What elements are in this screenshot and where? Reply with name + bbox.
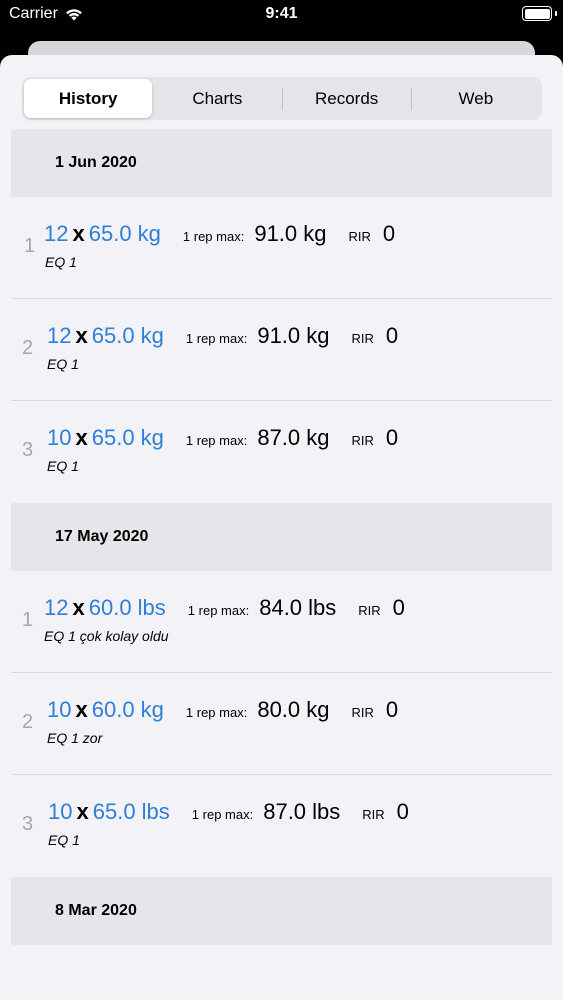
tab-charts[interactable]: Charts [153,79,281,118]
set-note: EQ 1 [47,356,79,372]
set-summary: 10 x 65.0 kg 1 rep max: 87.0 kg RIR 0 [47,425,398,451]
rir-label: RIR [351,433,374,448]
set-index: 2 [22,711,34,733]
one-rep-max-label: 1 rep max: [185,331,248,346]
weight-value: 65.0 kg [91,425,164,450]
set-row[interactable]: 1 12 x 65.0 kg 1 rep max: 91.0 kg RIR 0 EQ 1 [11,197,552,299]
set-index: 1 [24,235,36,257]
battery-icon [522,6,552,21]
section-header-date: 1 Jun 2020 [11,129,552,197]
rir-label: RIR [351,705,374,720]
rir-label: RIR [358,603,381,618]
times-sign: x [76,799,89,824]
rir-label: RIR [348,229,371,244]
rir-value: 0 [382,221,396,246]
set-summary: 12 x 65.0 kg 1 rep max: 91.0 kg RIR 0 [47,323,398,349]
reps-value: 12 [44,221,69,246]
one-rep-max-label: 1 rep max: [191,807,254,822]
one-rep-max-value: 91.0 kg [254,221,327,246]
tab-web[interactable]: Web [412,79,540,118]
rir-value: 0 [385,697,399,722]
rir-label: RIR [351,331,374,346]
times-sign: x [75,425,88,450]
set-note: EQ 1 [48,832,80,848]
times-sign: x [75,323,88,348]
one-rep-max-label: 1 rep max: [182,229,245,244]
rir-value: 0 [385,323,399,348]
tab-history[interactable]: History [24,79,153,118]
rir-value: 0 [385,425,399,450]
reps-value: 12 [44,595,69,620]
reps-value: 12 [47,323,72,348]
segmented-control: History Charts Records Web [22,77,542,120]
set-row[interactable]: 2 10 x 60.0 kg 1 rep max: 80.0 kg RIR 0 EQ 1 zor [11,673,552,775]
times-sign: x [72,221,85,246]
one-rep-max-value: 87.0 kg [257,425,330,450]
set-index: 2 [22,337,34,359]
set-note: EQ 1 [45,254,77,270]
set-index: 3 [22,813,34,835]
status-bar: Carrier 9:41 [0,0,563,32]
rir-value: 0 [396,799,409,824]
set-index: 3 [22,439,34,461]
set-summary: 10 x 60.0 kg 1 rep max: 80.0 kg RIR 0 [47,697,398,723]
reps-value: 10 [48,799,73,824]
one-rep-max-value: 80.0 kg [257,697,330,722]
rir-value: 0 [392,595,405,620]
section-header-date: 8 Mar 2020 [11,877,552,945]
one-rep-max-label: 1 rep max: [185,705,248,720]
one-rep-max-value: 91.0 kg [257,323,330,348]
status-time: 9:41 [265,5,298,22]
list-filler [11,945,552,1000]
set-summary: 12 x 65.0 kg 1 rep max: 91.0 kg RIR 0 [44,221,395,247]
rir-label: RIR [362,807,385,822]
one-rep-max-value: 84.0 lbs [259,595,337,620]
set-note: EQ 1 çok kolay oldu [44,628,169,644]
set-index: 1 [22,609,34,631]
section-header-date: 17 May 2020 [11,503,552,571]
one-rep-max-value: 87.0 lbs [263,799,341,824]
one-rep-max-label: 1 rep max: [185,433,248,448]
set-row[interactable]: 3 10 x 65.0 lbs 1 rep max: 87.0 lbs RIR 0 EQ 1 [11,775,552,877]
one-rep-max-label: 1 rep max: [187,603,250,618]
history-sheet: History Charts Records Web 1 Jun 2020 1 12 x 65… [0,55,563,1000]
times-sign: x [75,697,88,722]
weight-value: 60.0 kg [91,697,164,722]
history-list[interactable]: 1 Jun 2020 1 12 x 65.0 kg 1 rep max: 91.0 kg RI… [11,129,552,1000]
weight-value: 65.0 kg [88,221,161,246]
reps-value: 10 [47,697,72,722]
weight-value: 65.0 kg [91,323,164,348]
set-summary: 10 x 65.0 lbs 1 rep max: 87.0 lbs RIR 0 [48,799,409,825]
tab-records[interactable]: Records [283,79,411,118]
set-row[interactable]: 2 12 x 65.0 kg 1 rep max: 91.0 kg RIR 0 EQ 1 [11,299,552,401]
reps-value: 10 [47,425,72,450]
times-sign: x [72,595,85,620]
weight-value: 60.0 lbs [88,595,166,620]
set-note: EQ 1 [47,458,79,474]
set-summary: 12 x 60.0 lbs 1 rep max: 84.0 lbs RIR 0 [44,595,405,621]
weight-value: 65.0 lbs [92,799,170,824]
set-row[interactable]: 3 10 x 65.0 kg 1 rep max: 87.0 kg RIR 0 EQ 1 [11,401,552,503]
battery-tip [554,11,557,16]
set-note: EQ 1 zor [47,730,103,746]
set-row[interactable]: 1 12 x 60.0 lbs 1 rep max: 84.0 lbs RIR 0 EQ 1 ç… [11,571,552,673]
